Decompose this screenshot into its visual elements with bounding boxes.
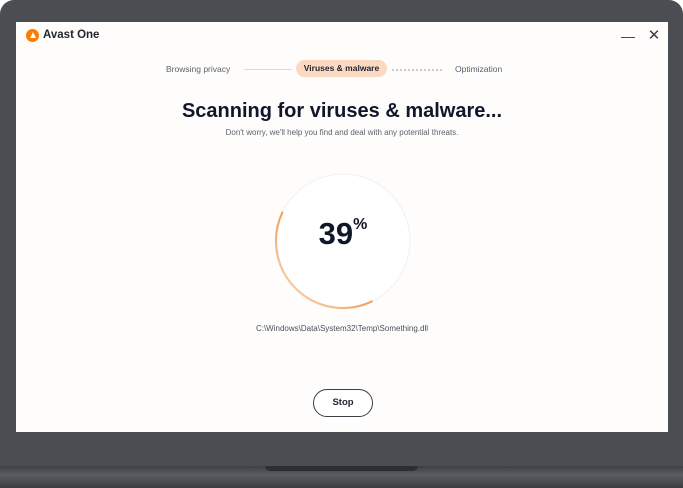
progress-percent: 39% (272, 216, 414, 252)
page-subtitle: Don't worry, we'll help you find and dea… (225, 128, 459, 137)
scan-stepper: Browsing privacy Viruses & malware Optim… (16, 60, 668, 84)
step-connector (392, 69, 442, 71)
laptop-base-notch (265, 466, 418, 471)
step-optimization: Optimization (455, 64, 503, 74)
minimize-icon[interactable]: — (618, 26, 638, 46)
close-icon[interactable]: ✕ (644, 26, 664, 46)
stop-button[interactable]: Stop (313, 389, 373, 417)
app-title: Avast One (43, 29, 100, 41)
avast-logo-icon (26, 29, 39, 42)
progress-unit: % (353, 216, 368, 233)
titlebar: Avast One — ✕ (16, 22, 668, 52)
step-viruses-malware: Viruses & malware (296, 60, 387, 77)
progress-number: 39 (318, 216, 354, 251)
page-title: Scanning for viruses & malware... (181, 100, 503, 122)
progress-ring: 39% (272, 170, 414, 312)
step-browsing-privacy: Browsing privacy (166, 64, 231, 74)
current-file-path: C:\Windows\Data\System32\Temp\Something.… (255, 324, 429, 333)
app-window: Avast One — ✕ Browsing privacy Viruses &… (16, 22, 668, 432)
step-connector (244, 69, 292, 70)
